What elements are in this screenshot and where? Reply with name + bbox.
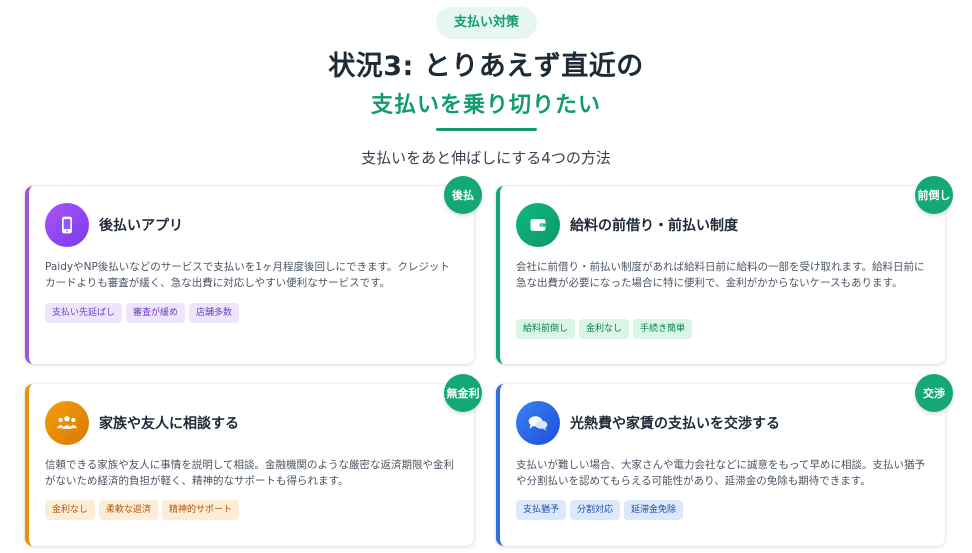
page-title-line1: 状況3: とりあえず直近の [328, 51, 644, 82]
tag: 金利なし [45, 500, 96, 520]
method-card-family-friends: 無金利 家族や友人に相談する 信頼できる家族や友人に事情を説明して相談。金融機関… [25, 374, 482, 546]
chat-icon-svg [528, 416, 548, 431]
tag: 店舗多数 [189, 303, 240, 323]
card-description: 会社に前借り・前払い制度があれば給料日前に給料の一部を受け取れます。給料日前に急… [516, 261, 925, 289]
tag: 精神的サポート [162, 500, 240, 520]
page-subtitle: 支払いをあと伸ばしにする4つの方法 [361, 149, 611, 167]
card-description: 支払いが難しい場合、大家さんや電力会社などに誠意をもって早めに相談。支払い猶予や… [516, 459, 925, 487]
tag: 支払猶予 [516, 500, 567, 520]
card-description: PaidyやNP後払いなどのサービスで支払いを1ヶ月程度後回しにできます。クレジ… [45, 261, 450, 289]
smartphone-icon-svg [62, 216, 72, 234]
page-title-line2: 支払いを乗り切りたい [370, 93, 601, 118]
wallet-icon [516, 203, 560, 247]
tag: 延滞金免除 [624, 500, 684, 520]
category-badge: 支払い対策 [436, 7, 537, 39]
corner-badge: 無金利 [444, 374, 482, 412]
wallet-icon-svg [530, 219, 546, 231]
tag: 審査が緩め [126, 303, 186, 323]
card-title: 光熱費や家賃の支払いを交渉する [570, 416, 780, 432]
smartphone-icon [45, 203, 89, 247]
people-icon [45, 401, 89, 445]
card-title: 家族や友人に相談する [99, 416, 239, 432]
corner-badge: 交渉 [915, 374, 953, 412]
tag-list: 金利なし 柔軟な返済 精神的サポート [45, 500, 240, 520]
card-title: 給料の前借り・前払い制度 [570, 218, 738, 234]
method-card-salary-advance: 前倒し 給料の前借り・前払い制度 会社に前借り・前払い制度があれば給料日前に給料… [496, 176, 953, 364]
tag: 手続き簡単 [633, 319, 693, 339]
method-card-negotiate-bills: 交渉 光熱費や家賃の支払いを交渉する 支払いが難しい場合、大家さんや電力会社など… [496, 374, 953, 546]
corner-badge: 前倒し [915, 176, 953, 214]
corner-badge: 後払 [444, 176, 482, 214]
chat-icon [516, 401, 560, 445]
tag: 分割対応 [570, 500, 621, 520]
tag: 柔軟な返済 [99, 500, 159, 520]
tag-list: 支払い先延ばし 審査が緩め 店舗多数 [45, 303, 240, 323]
people-icon-svg [56, 416, 78, 429]
tag: 給料前倒し [516, 319, 576, 339]
tag: 金利なし [579, 319, 630, 339]
tag: 支払い先延ばし [45, 303, 123, 323]
tag-list: 給料前倒し 金利なし 手続き簡単 [516, 319, 693, 339]
method-card-bnpl-app: 後払 後払いアプリ PaidyやNP後払いなどのサービスで支払いを1ヶ月程度後回… [25, 176, 482, 364]
card-description: 信頼できる家族や友人に事情を説明して相談。金融機関のような厳密な返済期限や金利が… [45, 459, 454, 487]
card-title: 後払いアプリ [99, 218, 183, 234]
tag-list: 支払猶予 分割対応 延滞金免除 [516, 500, 684, 520]
title-underline [436, 128, 537, 131]
